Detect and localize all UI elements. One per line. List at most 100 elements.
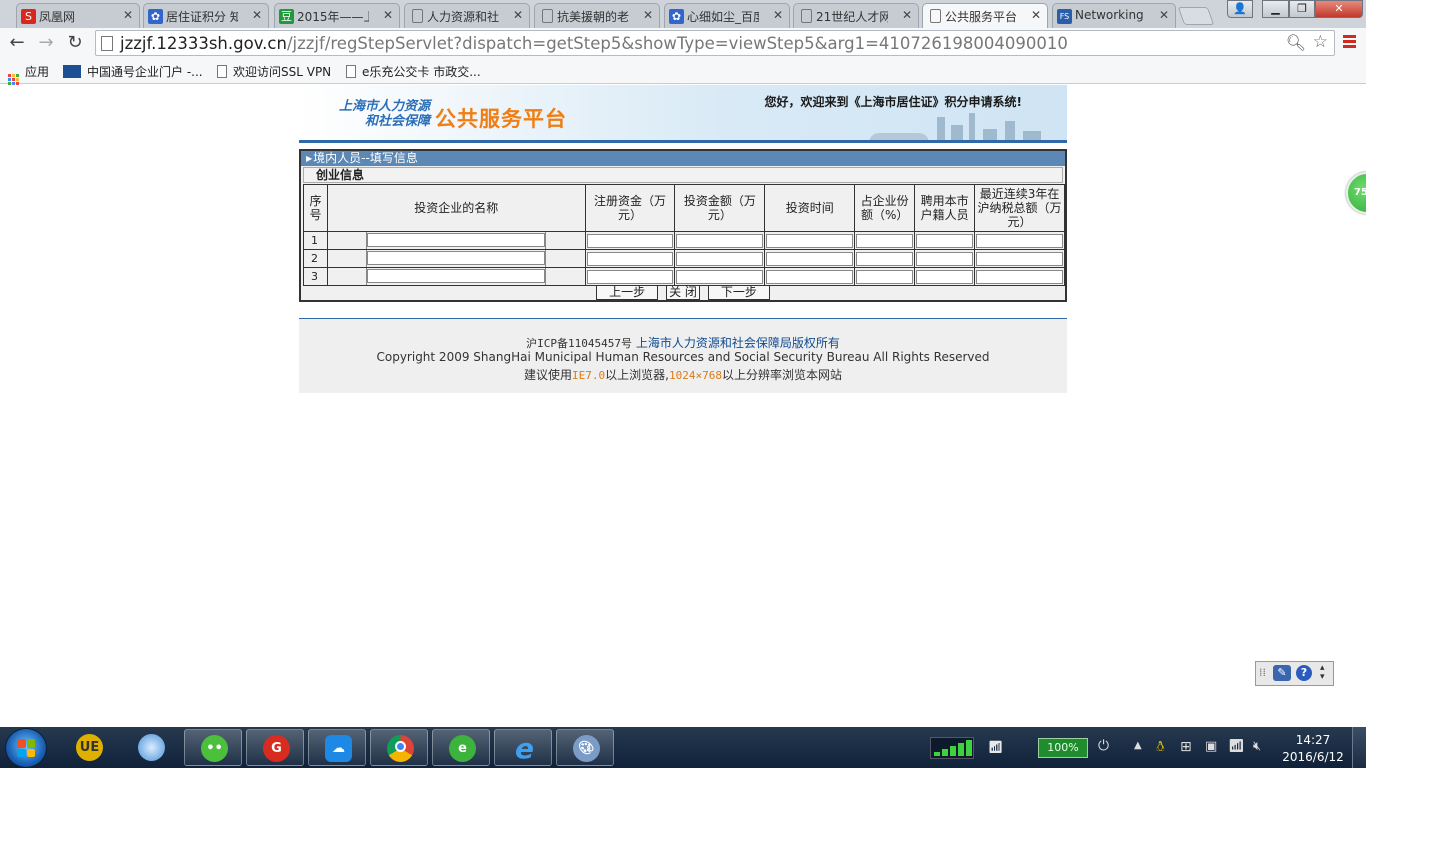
bookmark-elechong[interactable]: e乐充公交卡 市政交... — [346, 63, 481, 80]
new-tab-button[interactable] — [1177, 7, 1215, 25]
close-icon[interactable]: ✕ — [773, 8, 783, 22]
section-title: 境内人员--填写信息 — [313, 151, 418, 165]
show-hidden-icons-icon[interactable]: ▲ — [1134, 740, 1142, 751]
form-actions: 上一步 关 闭 下一步 — [301, 285, 1065, 302]
volume-muted-icon[interactable]: 🔇︎ — [1253, 739, 1261, 754]
company-name-input[interactable] — [366, 233, 545, 247]
taskbar-wechat[interactable]: •• — [184, 729, 242, 766]
registered-capital-input[interactable] — [586, 251, 674, 266]
company-name-input[interactable] — [366, 251, 545, 265]
maximize-button[interactable]: ❐ — [1289, 0, 1315, 18]
windows-flag-icon[interactable]: ⊞ — [1180, 739, 1192, 755]
taskbar-ultraedit[interactable]: UE — [60, 729, 118, 766]
wireless-icon[interactable]: 📶︎ — [988, 740, 1003, 754]
forward-button[interactable]: → — [35, 32, 57, 54]
address-bar[interactable]: jzzjf.12333sh.gov.cn/jzzjf/regStepServle… — [95, 30, 1335, 56]
tab-networking[interactable]: FS Networking ✕ — [1052, 3, 1176, 28]
network-icon[interactable]: 📶︎ — [1228, 739, 1245, 754]
zoom-icon[interactable]: 🔍︎ — [1286, 33, 1306, 52]
minimize-button[interactable]: ▁ — [1262, 0, 1289, 18]
page-icon — [217, 65, 227, 78]
tab-korean-war[interactable]: 抗美援朝的老 ✕ — [534, 3, 660, 28]
bookmark-star-icon[interactable]: ☆ — [1313, 32, 1328, 52]
bookmark-crsc[interactable]: 中国通号企业门户 -... — [63, 63, 203, 80]
close-icon[interactable]: ✕ — [1031, 8, 1041, 22]
close-button[interactable]: 关 闭 — [666, 285, 700, 300]
ultraedit-icon: UE — [76, 734, 103, 761]
tab-residence-points[interactable]: ✿ 居住证积分 知 ✕ — [143, 3, 269, 28]
investment-amount-input[interactable] — [676, 269, 764, 284]
tab-fenghuang[interactable]: S 凤凰网 ✕ — [16, 3, 140, 28]
fenghuang-logo-icon: S — [21, 9, 36, 24]
investment-time-input[interactable] — [766, 251, 854, 266]
ime-language-icon[interactable]: ✎ — [1273, 665, 1291, 681]
taskbar-cloud-drive[interactable]: ☁ — [308, 729, 366, 766]
bookmark-label: e乐充公交卡 市政交... — [362, 65, 481, 79]
close-icon[interactable]: ✕ — [902, 8, 912, 22]
local-employees-input[interactable] — [916, 269, 974, 284]
back-button[interactable]: ← — [6, 32, 28, 54]
reload-button[interactable]: ↻ — [64, 32, 86, 54]
local-employees-input[interactable] — [916, 251, 974, 266]
usb-device-icon[interactable]: ▣ — [1205, 739, 1217, 754]
footer-browser-advice: 建议使用IE7.0以上浏览器,1024×768以上分辨率浏览本网站 — [299, 366, 1067, 383]
floating-assistant-ball[interactable]: 75 — [1346, 172, 1366, 214]
page-icon — [412, 9, 423, 23]
tab-douban[interactable]: 豆 2015年——上 ✕ — [274, 3, 400, 28]
taskbar-chrome[interactable] — [370, 729, 428, 766]
ime-grip-icon[interactable]: ⁞⁞ — [1259, 666, 1266, 679]
close-icon[interactable]: ✕ — [513, 8, 523, 22]
investment-amount-input[interactable] — [676, 251, 764, 266]
share-ratio-input[interactable] — [856, 251, 914, 266]
next-step-button[interactable]: 下一步 — [707, 285, 770, 300]
user-icon[interactable]: 👤 — [1227, 0, 1253, 18]
tab-public-service[interactable]: 公共服务平台 ✕ — [922, 3, 1048, 29]
local-employees-input[interactable] — [916, 233, 974, 248]
table-header-row: 序号 投资企业的名称 注册资金（万元） 投资金额（万元） 投资时间 占企业份额（… — [303, 184, 1065, 232]
investment-time-input[interactable] — [766, 233, 854, 248]
tab-hr-social[interactable]: 人力资源和社 ✕ — [404, 3, 530, 28]
taskbar-ie[interactable]: e — [494, 729, 552, 766]
company-name-input[interactable] — [366, 269, 545, 283]
taskbar-app-2[interactable] — [122, 729, 180, 766]
registered-capital-input[interactable] — [586, 233, 674, 248]
power-plug-icon[interactable]: ⏻ — [1098, 738, 1109, 754]
close-icon[interactable]: ✕ — [1159, 8, 1169, 22]
ime-options-icon[interactable]: ▴ ▾ — [1320, 664, 1325, 682]
close-icon[interactable]: ✕ — [643, 8, 653, 22]
investment-time-input[interactable] — [766, 269, 854, 284]
bookmark-ssl-vpn[interactable]: 欢迎访问SSL VPN — [217, 63, 331, 80]
taskbar-paint[interactable]: 🎨︎ — [556, 729, 614, 766]
tax-total-input[interactable] — [976, 233, 1063, 248]
close-icon[interactable]: ✕ — [252, 8, 262, 22]
share-ratio-input[interactable] — [856, 233, 914, 248]
close-icon[interactable]: ✕ — [383, 8, 393, 22]
close-icon[interactable]: ✕ — [123, 8, 133, 22]
copyright-holder-link[interactable]: 上海市人力资源和社会保障局版权所有 — [636, 336, 840, 350]
taskbar-foxit[interactable]: G — [246, 729, 304, 766]
battery-indicator[interactable]: 100% — [1038, 738, 1088, 758]
footer-copyright: Copyright 2009 ShangHai Municipal Human … — [376, 350, 990, 364]
chrome-menu-icon[interactable] — [1343, 35, 1356, 49]
tax-total-input[interactable] — [976, 251, 1063, 266]
system-clock[interactable]: 14:27 2016/6/12 — [1278, 732, 1348, 766]
investment-amount-input[interactable] — [676, 233, 764, 248]
bookmark-apps[interactable]: 应用 — [8, 63, 49, 85]
tax-total-input[interactable] — [976, 269, 1063, 284]
start-button[interactable] — [5, 728, 47, 768]
taskbar-360-browser[interactable]: e — [432, 729, 490, 766]
douban-icon: 豆 — [279, 9, 294, 24]
registered-capital-input[interactable] — [586, 269, 674, 284]
network-signal-icon[interactable] — [930, 737, 974, 759]
help-icon[interactable]: ? — [1296, 665, 1312, 681]
close-window-button[interactable]: ✕ — [1315, 0, 1363, 18]
table-row: 3 — [303, 267, 1065, 286]
city-skyline-image — [859, 109, 1059, 140]
icp-number: 沪ICP备11045457号 — [526, 337, 632, 350]
prev-step-button[interactable]: 上一步 — [596, 285, 659, 300]
tab-baidu[interactable]: ✿ 心细如尘_百度 ✕ — [664, 3, 790, 28]
qq-icon[interactable]: 🐧︎ — [1156, 739, 1165, 757]
show-desktop-button[interactable] — [1352, 727, 1366, 768]
tab-21cn-talent[interactable]: 21世纪人才网 ✕ — [793, 3, 919, 28]
share-ratio-input[interactable] — [856, 269, 914, 284]
